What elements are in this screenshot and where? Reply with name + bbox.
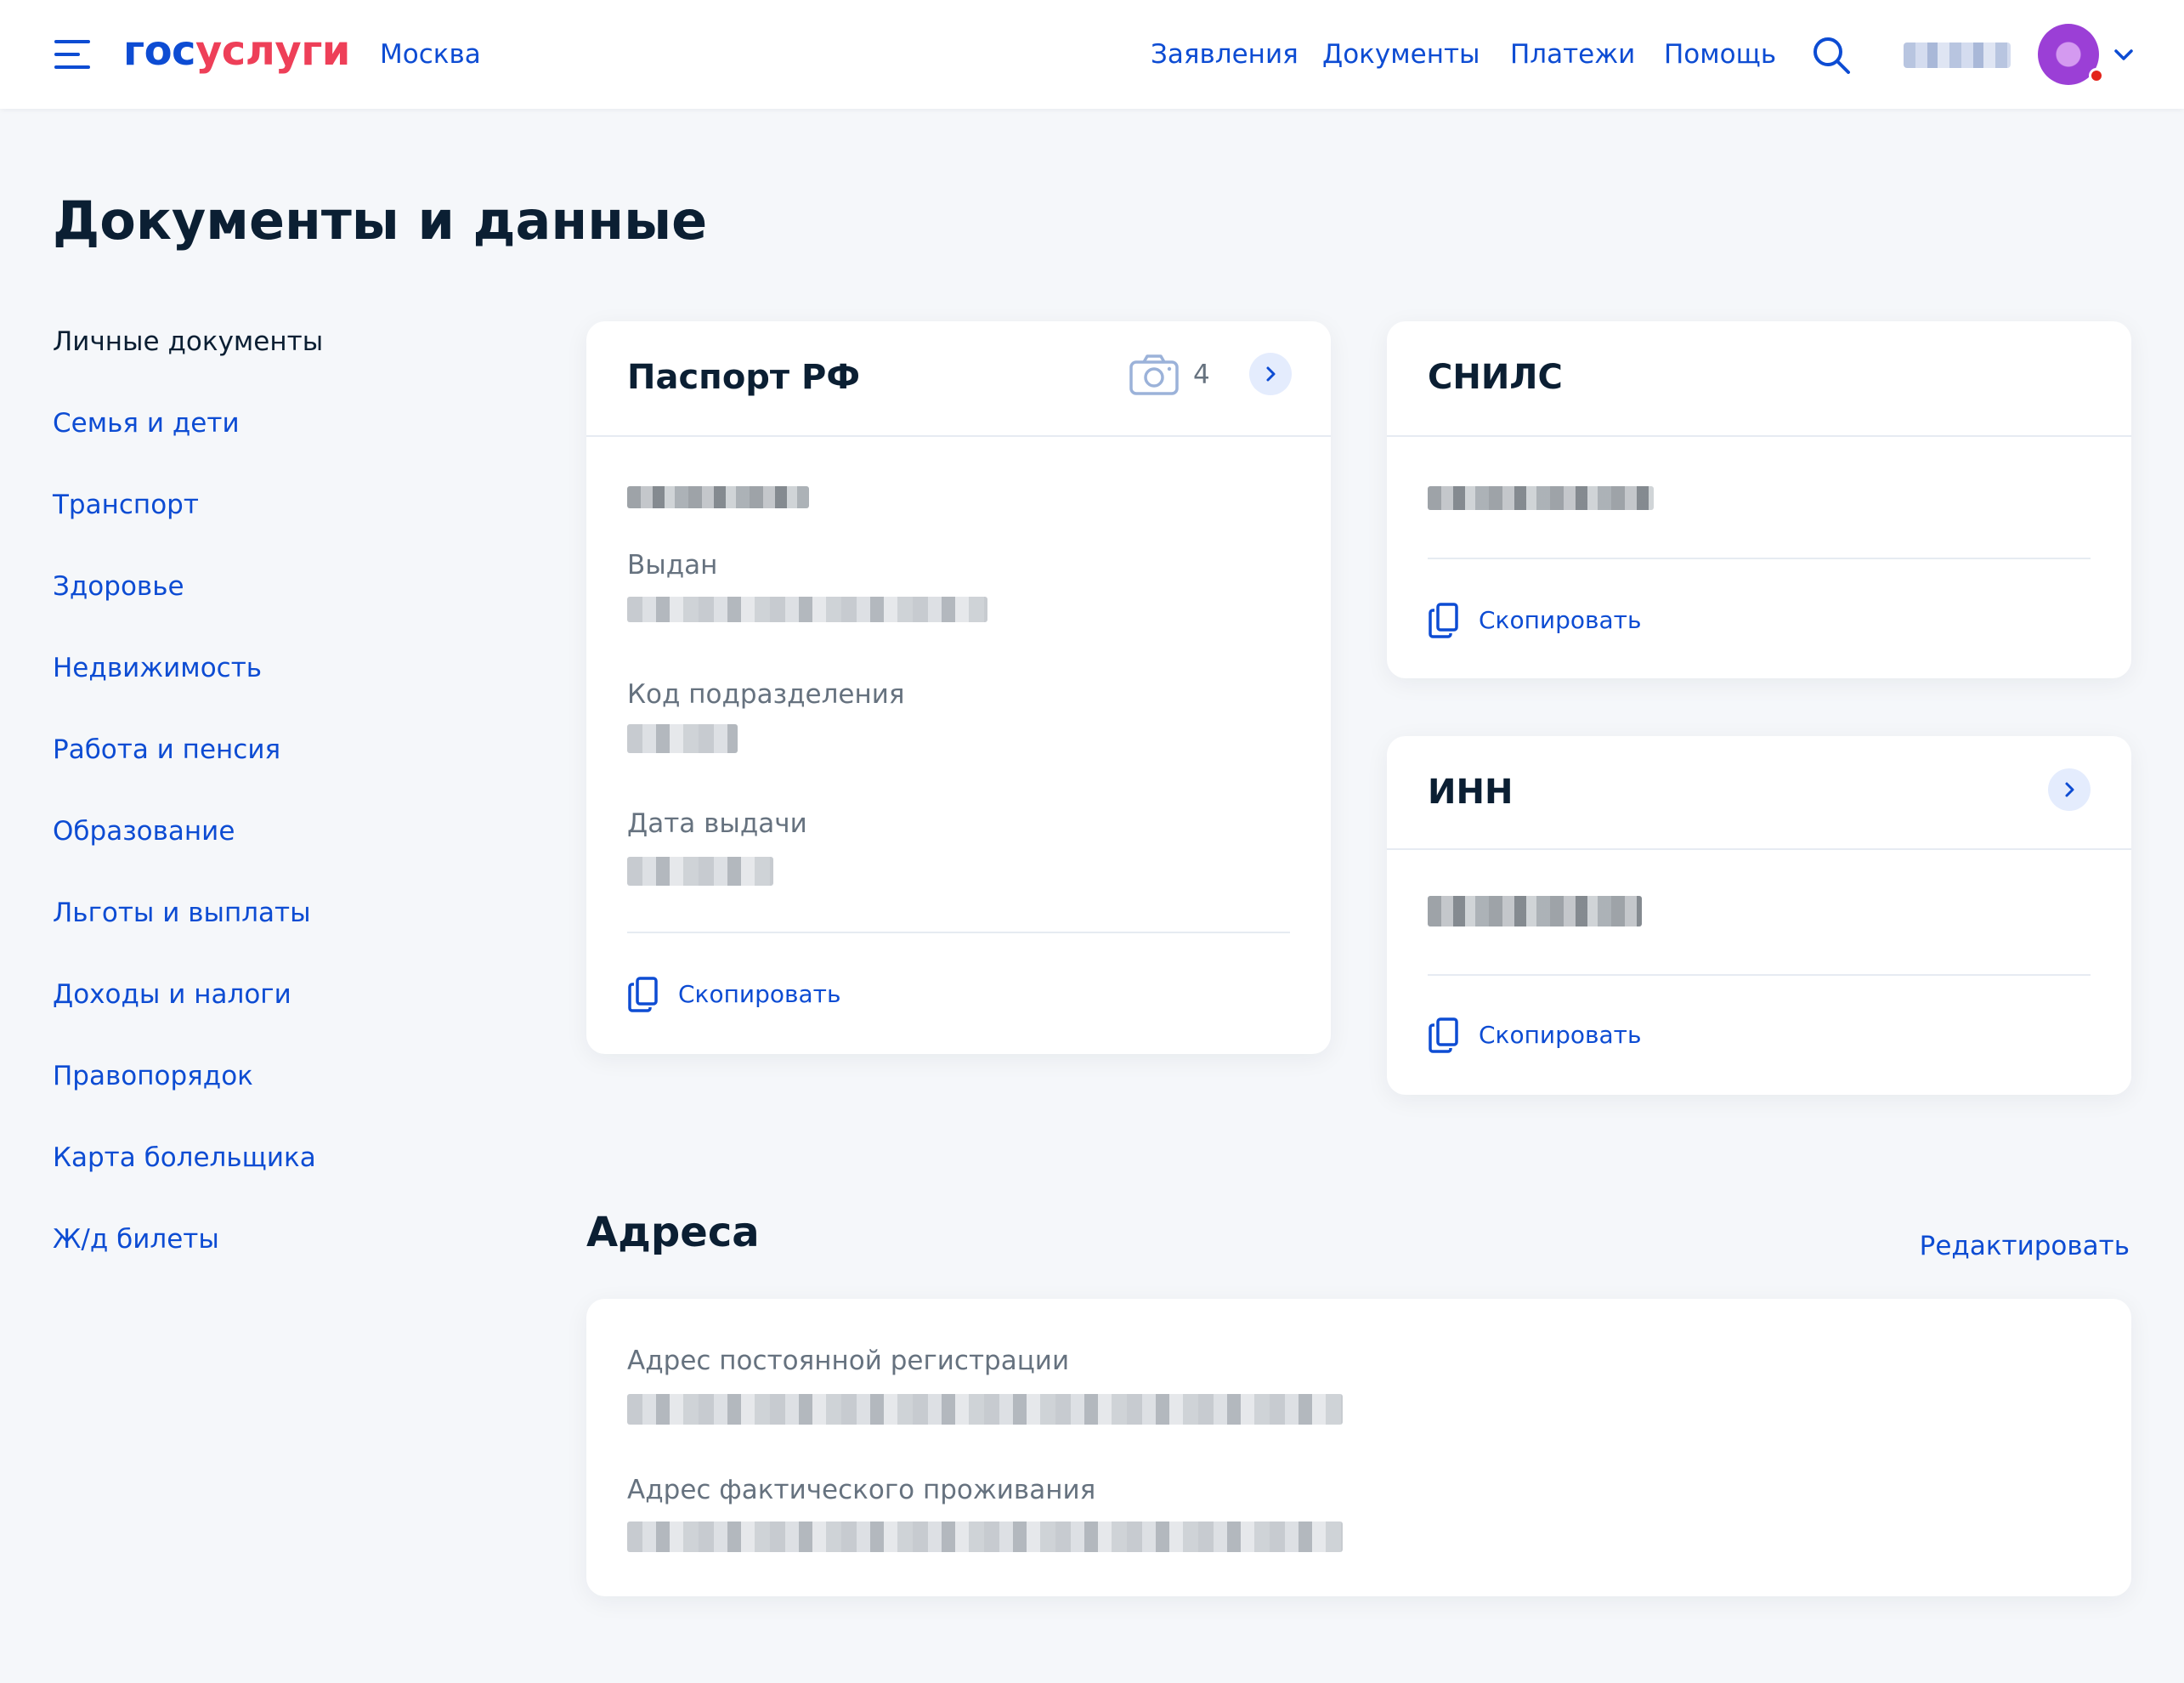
sidebar: Личные документы Семья и дети Транспорт … bbox=[53, 323, 529, 1302]
search-icon[interactable] bbox=[1812, 36, 1851, 75]
nav-documents[interactable]: Документы bbox=[1322, 36, 1480, 73]
passport-number-redacted bbox=[627, 486, 809, 508]
addresses-title: Адреса bbox=[586, 1209, 760, 1256]
sidebar-item-personal-documents[interactable]: Личные документы bbox=[53, 323, 529, 405]
permanent-address-redacted bbox=[627, 1394, 1343, 1425]
sidebar-item-realty[interactable]: Недвижимость bbox=[53, 649, 529, 731]
copy-label: Скопировать bbox=[1479, 606, 1642, 634]
copy-label: Скопировать bbox=[1479, 1021, 1642, 1049]
photo-count: 4 bbox=[1193, 360, 1210, 390]
chevron-down-icon[interactable] bbox=[2113, 44, 2135, 65]
inn-card: ИНН Скопировать bbox=[1387, 736, 2131, 1095]
divider bbox=[1428, 558, 2091, 559]
issue-date-label: Дата выдачи bbox=[627, 808, 807, 839]
snils-title: СНИЛС bbox=[1428, 358, 1563, 397]
issued-by-redacted bbox=[627, 597, 987, 622]
issue-date-redacted bbox=[627, 857, 773, 886]
copy-icon bbox=[1429, 1017, 1458, 1053]
divider bbox=[586, 435, 1331, 437]
sidebar-item-family[interactable]: Семья и дети bbox=[53, 405, 529, 486]
menu-icon[interactable] bbox=[54, 40, 92, 71]
sidebar-item-fan-card[interactable]: Карта болельщика bbox=[53, 1139, 529, 1221]
snils-copy-button[interactable]: Скопировать bbox=[1428, 602, 1641, 639]
copy-label: Скопировать bbox=[678, 980, 841, 1008]
addresses-edit-link[interactable]: Редактировать bbox=[1920, 1227, 2130, 1265]
divider bbox=[627, 932, 1290, 933]
copy-icon bbox=[628, 977, 658, 1012]
passport-photos[interactable]: 4 bbox=[1129, 354, 1210, 396]
camera-icon bbox=[1129, 354, 1179, 395]
actual-address-label: Адрес фактического проживания bbox=[627, 1475, 1096, 1505]
inn-number-redacted bbox=[1428, 896, 1642, 926]
sidebar-item-income-taxes[interactable]: Доходы и налоги bbox=[53, 976, 529, 1057]
notification-dot bbox=[2089, 68, 2104, 83]
logo-text-uslugi: услуги bbox=[195, 27, 350, 75]
inn-title: ИНН bbox=[1428, 773, 1514, 812]
nav-payments[interactable]: Платежи bbox=[1510, 36, 1635, 73]
sidebar-item-work-pension[interactable]: Работа и пенсия bbox=[53, 731, 529, 813]
divider bbox=[1428, 974, 2091, 976]
sidebar-item-train-tickets[interactable]: Ж/д билеты bbox=[53, 1221, 529, 1302]
nav-help[interactable]: Помощь bbox=[1664, 36, 1776, 73]
sidebar-item-transport[interactable]: Транспорт bbox=[53, 486, 529, 568]
addresses-card: Адрес постоянной регистрации Адрес факти… bbox=[586, 1299, 2131, 1596]
passport-card: Паспорт РФ 4 Выдан Код подразделения Дат… bbox=[586, 321, 1331, 1054]
sidebar-item-benefits[interactable]: Льготы и выплаты bbox=[53, 894, 529, 976]
inn-copy-button[interactable]: Скопировать bbox=[1428, 1017, 1641, 1054]
logo-text-gos: гос bbox=[123, 27, 196, 75]
sidebar-item-law-order[interactable]: Правопорядок bbox=[53, 1057, 529, 1139]
issued-label: Выдан bbox=[627, 550, 718, 581]
division-code-redacted bbox=[627, 724, 738, 753]
divider bbox=[1387, 848, 2131, 850]
division-code-label: Код подразделения bbox=[627, 679, 905, 710]
user-name-blurred[interactable] bbox=[1904, 42, 2011, 68]
chevron-right-icon bbox=[2065, 782, 2074, 797]
snils-card: СНИЛС Скопировать bbox=[1387, 321, 2131, 678]
sidebar-item-health[interactable]: Здоровье bbox=[53, 568, 529, 649]
actual-address-redacted bbox=[627, 1522, 1343, 1552]
passport-copy-button[interactable]: Скопировать bbox=[627, 976, 840, 1013]
gosuslugi-logo[interactable]: госуслуги bbox=[123, 24, 350, 78]
permanent-address-label: Адрес постоянной регистрации bbox=[627, 1346, 1070, 1376]
top-header: госуслуги Москва Заявления Документы Пла… bbox=[0, 0, 2184, 109]
passport-title: Паспорт РФ bbox=[627, 358, 861, 397]
copy-icon bbox=[1429, 603, 1458, 638]
sidebar-item-education[interactable]: Образование bbox=[53, 813, 529, 894]
inn-open-button[interactable] bbox=[2048, 768, 2091, 811]
page-title: Документы и данные bbox=[53, 190, 708, 252]
chevron-right-icon bbox=[1266, 366, 1276, 382]
passport-open-button[interactable] bbox=[1249, 353, 1292, 395]
nav-applications[interactable]: Заявления bbox=[1151, 36, 1299, 73]
snils-number-redacted bbox=[1428, 486, 1654, 510]
divider bbox=[1387, 435, 2131, 437]
city-selector[interactable]: Москва bbox=[380, 36, 481, 73]
